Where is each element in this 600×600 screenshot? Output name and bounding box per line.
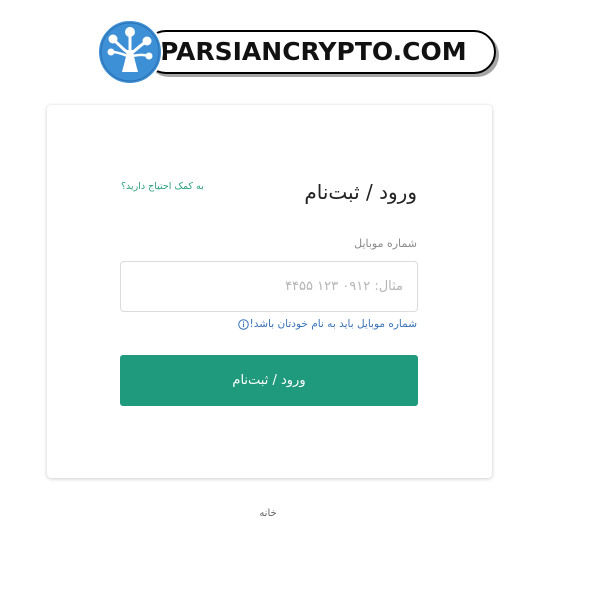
page: PARSIANCRYPTO.COM ورود / ثبت‌نام به کمک …: [0, 0, 600, 600]
info-circle-icon: [238, 318, 250, 330]
login-register-button[interactable]: ورود / ثبت‌نام: [120, 355, 418, 406]
phone-hint-text: شماره موبایل باید به نام خودتان باشد!: [249, 318, 417, 330]
phone-input[interactable]: [120, 261, 418, 312]
login-card: ورود / ثبت‌نام به کمک احتیاج دارید؟ شمار…: [47, 105, 492, 478]
home-link[interactable]: خانه: [248, 508, 288, 519]
phone-label: شماره موبایل: [354, 237, 417, 250]
watermark-banner: PARSIANCRYPTO.COM: [96, 18, 504, 86]
help-link[interactable]: به کمک احتیاج دارید؟: [121, 181, 204, 192]
watermark-text: PARSIANCRYPTO.COM: [160, 37, 467, 66]
phone-hint: شماره موبایل باید به نام خودتان باشد!: [233, 316, 417, 332]
page-title: ورود / ثبت‌نام: [304, 180, 417, 204]
tree-logo-icon: [97, 19, 163, 85]
